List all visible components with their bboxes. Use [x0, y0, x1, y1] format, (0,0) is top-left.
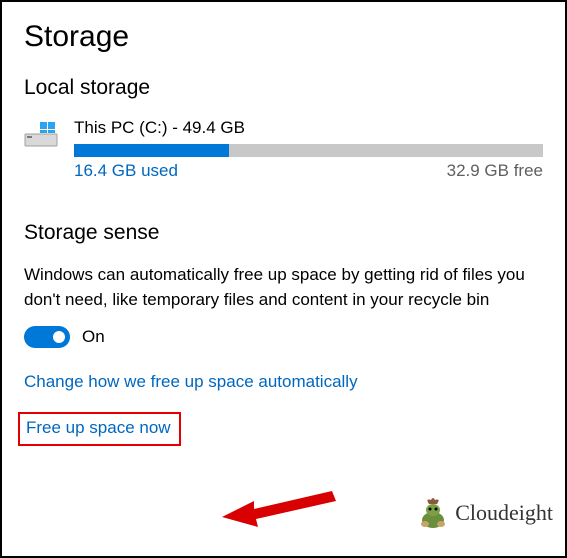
- page-title: Storage: [24, 20, 543, 54]
- toggle-knob: [53, 331, 65, 343]
- storage-sense-heading: Storage sense: [24, 221, 543, 245]
- storage-sense-toggle[interactable]: [24, 326, 70, 348]
- storage-sense-description: Windows can automatically free up space …: [24, 263, 543, 312]
- drive-usage-fill: [74, 144, 229, 157]
- change-free-up-link[interactable]: Change how we free up space automaticall…: [24, 372, 358, 392]
- drive-row[interactable]: This PC (C:) - 49.4 GB 16.4 GB used 32.9…: [24, 118, 543, 181]
- drive-icon: [24, 122, 58, 157]
- drive-used-label: 16.4 GB used: [74, 161, 178, 181]
- watermark: Cloudeight: [415, 496, 553, 530]
- mascot-icon: [415, 496, 451, 530]
- local-storage-heading: Local storage: [24, 76, 543, 100]
- watermark-text: Cloudeight: [455, 500, 553, 526]
- toggle-state-label: On: [82, 327, 105, 347]
- arrow-annotation-icon: [222, 487, 342, 538]
- free-up-now-link[interactable]: Free up space now: [18, 412, 181, 446]
- drive-free-label: 32.9 GB free: [447, 161, 543, 181]
- drive-name: This PC (C:) - 49.4 GB: [74, 118, 543, 138]
- drive-usage-bar: [74, 144, 543, 157]
